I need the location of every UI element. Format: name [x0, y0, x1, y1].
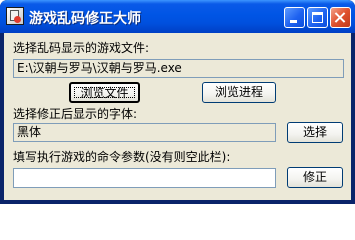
close-button[interactable]	[330, 7, 351, 28]
command-args-label: 填写执行游戏的命令参数(没有则空此栏):	[13, 150, 231, 164]
minimize-icon	[290, 20, 297, 23]
browse-file-label: 浏览文件	[74, 87, 135, 99]
window-title: 游戏乱码修正大师	[29, 11, 141, 27]
app-window: 游戏乱码修正大师 选择乱码显示的游戏文件: E:\汉朝与罗马\汉朝与罗马.exe…	[0, 0, 355, 204]
app-icon[interactable]	[6, 7, 24, 25]
game-file-label: 选择乱码显示的游戏文件:	[13, 41, 150, 55]
maximize-button[interactable]	[307, 7, 328, 28]
browse-file-button[interactable]: 浏览文件	[69, 82, 140, 103]
close-icon	[331, 8, 350, 27]
title-bar[interactable]: 游戏乱码修正大师	[0, 0, 355, 33]
select-font-button[interactable]: 选择	[287, 122, 343, 143]
minimize-button[interactable]	[284, 7, 305, 28]
font-field[interactable]: 黑体	[13, 123, 276, 142]
maximize-icon	[312, 12, 323, 23]
fix-button[interactable]: 修正	[287, 167, 343, 188]
browse-process-button[interactable]: 浏览进程	[202, 82, 276, 103]
font-label: 选择修正后显示的字体:	[13, 107, 138, 121]
command-args-input[interactable]	[13, 168, 276, 188]
game-file-path-field[interactable]: E:\汉朝与罗马\汉朝与罗马.exe	[13, 59, 344, 78]
dialog-body: 选择乱码显示的游戏文件: E:\汉朝与罗马\汉朝与罗马.exe 浏览文件 浏览进…	[4, 33, 351, 200]
